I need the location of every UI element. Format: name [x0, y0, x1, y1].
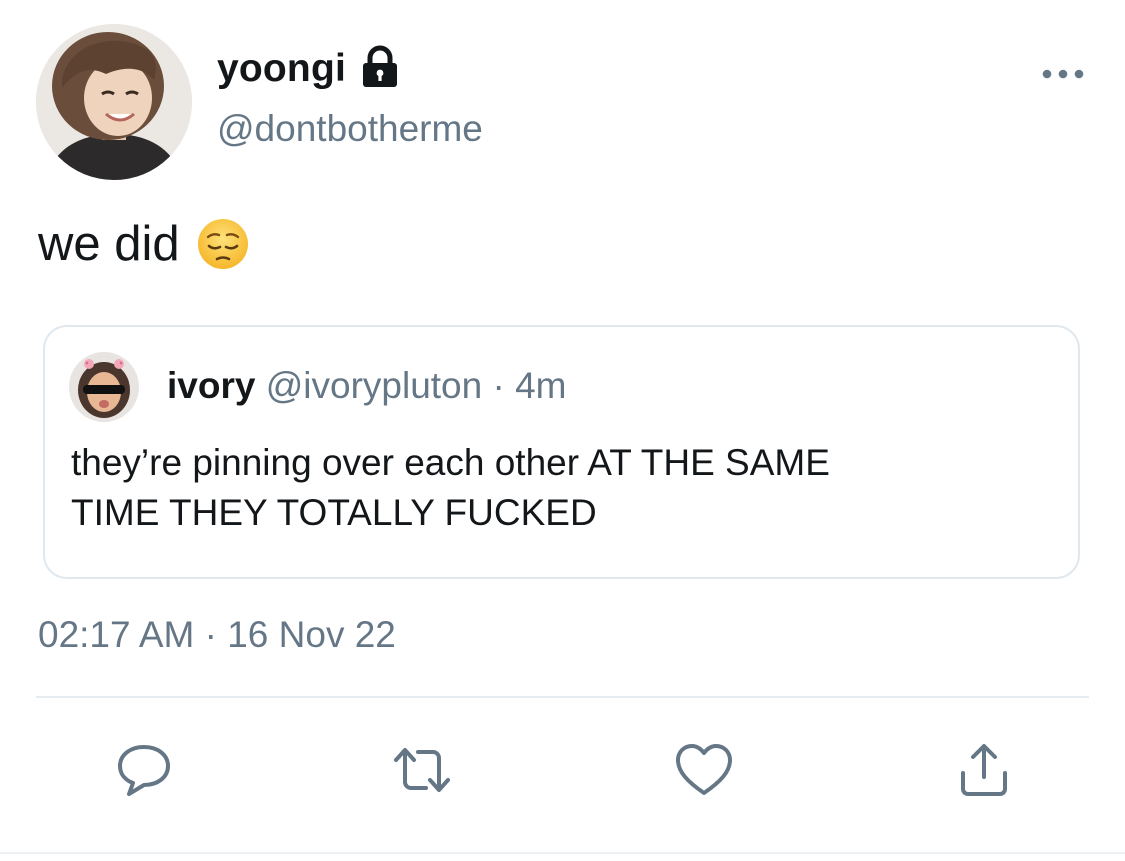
- avatar-photo: [36, 24, 192, 180]
- tweet-timestamp: 02:17 AM · 16 Nov 22: [38, 614, 396, 655]
- quoted-tweet-card[interactable]: ivory @ivorypluton · 4m they’re pinning …: [43, 325, 1080, 579]
- tweet-text: we did: [38, 216, 250, 272]
- lock-icon: [363, 45, 398, 87]
- pensive-face-emoji-icon: [197, 219, 248, 269]
- more-options-icon[interactable]: [1040, 64, 1086, 84]
- author-avatar[interactable]: [36, 24, 192, 180]
- heart-icon: [676, 744, 732, 795]
- author-display-name[interactable]: yoongi: [217, 47, 346, 91]
- quoted-tweet-header: ivory @ivorypluton · 4m: [167, 365, 567, 407]
- quoted-display-name[interactable]: ivory: [167, 365, 255, 406]
- quoted-text-line-1: they’re pinning over each other AT THE S…: [71, 442, 830, 483]
- quoted-author-avatar[interactable]: [69, 352, 139, 422]
- quoted-text-line-2: TIME THEY TOTALLY FUCKED: [71, 492, 597, 533]
- bottom-divider: [0, 852, 1125, 854]
- reply-icon: [118, 745, 170, 796]
- quoted-tweet-text: they’re pinning over each other AT THE S…: [71, 438, 1071, 538]
- share-icon: [961, 744, 1007, 796]
- quoted-handle-and-time: @ivorypluton · 4m: [265, 365, 567, 406]
- reply-button[interactable]: [112, 738, 176, 802]
- share-button[interactable]: [952, 738, 1016, 802]
- author-handle[interactable]: @dontbotherme: [217, 108, 483, 150]
- retweet-icon: [394, 748, 450, 792]
- like-button[interactable]: [672, 738, 736, 802]
- divider: [36, 696, 1089, 698]
- retweet-button[interactable]: [390, 738, 454, 802]
- author-name-row: yoongi: [217, 42, 400, 96]
- quoted-avatar-photo: [69, 352, 139, 422]
- tweet-text-content: we did: [38, 217, 180, 271]
